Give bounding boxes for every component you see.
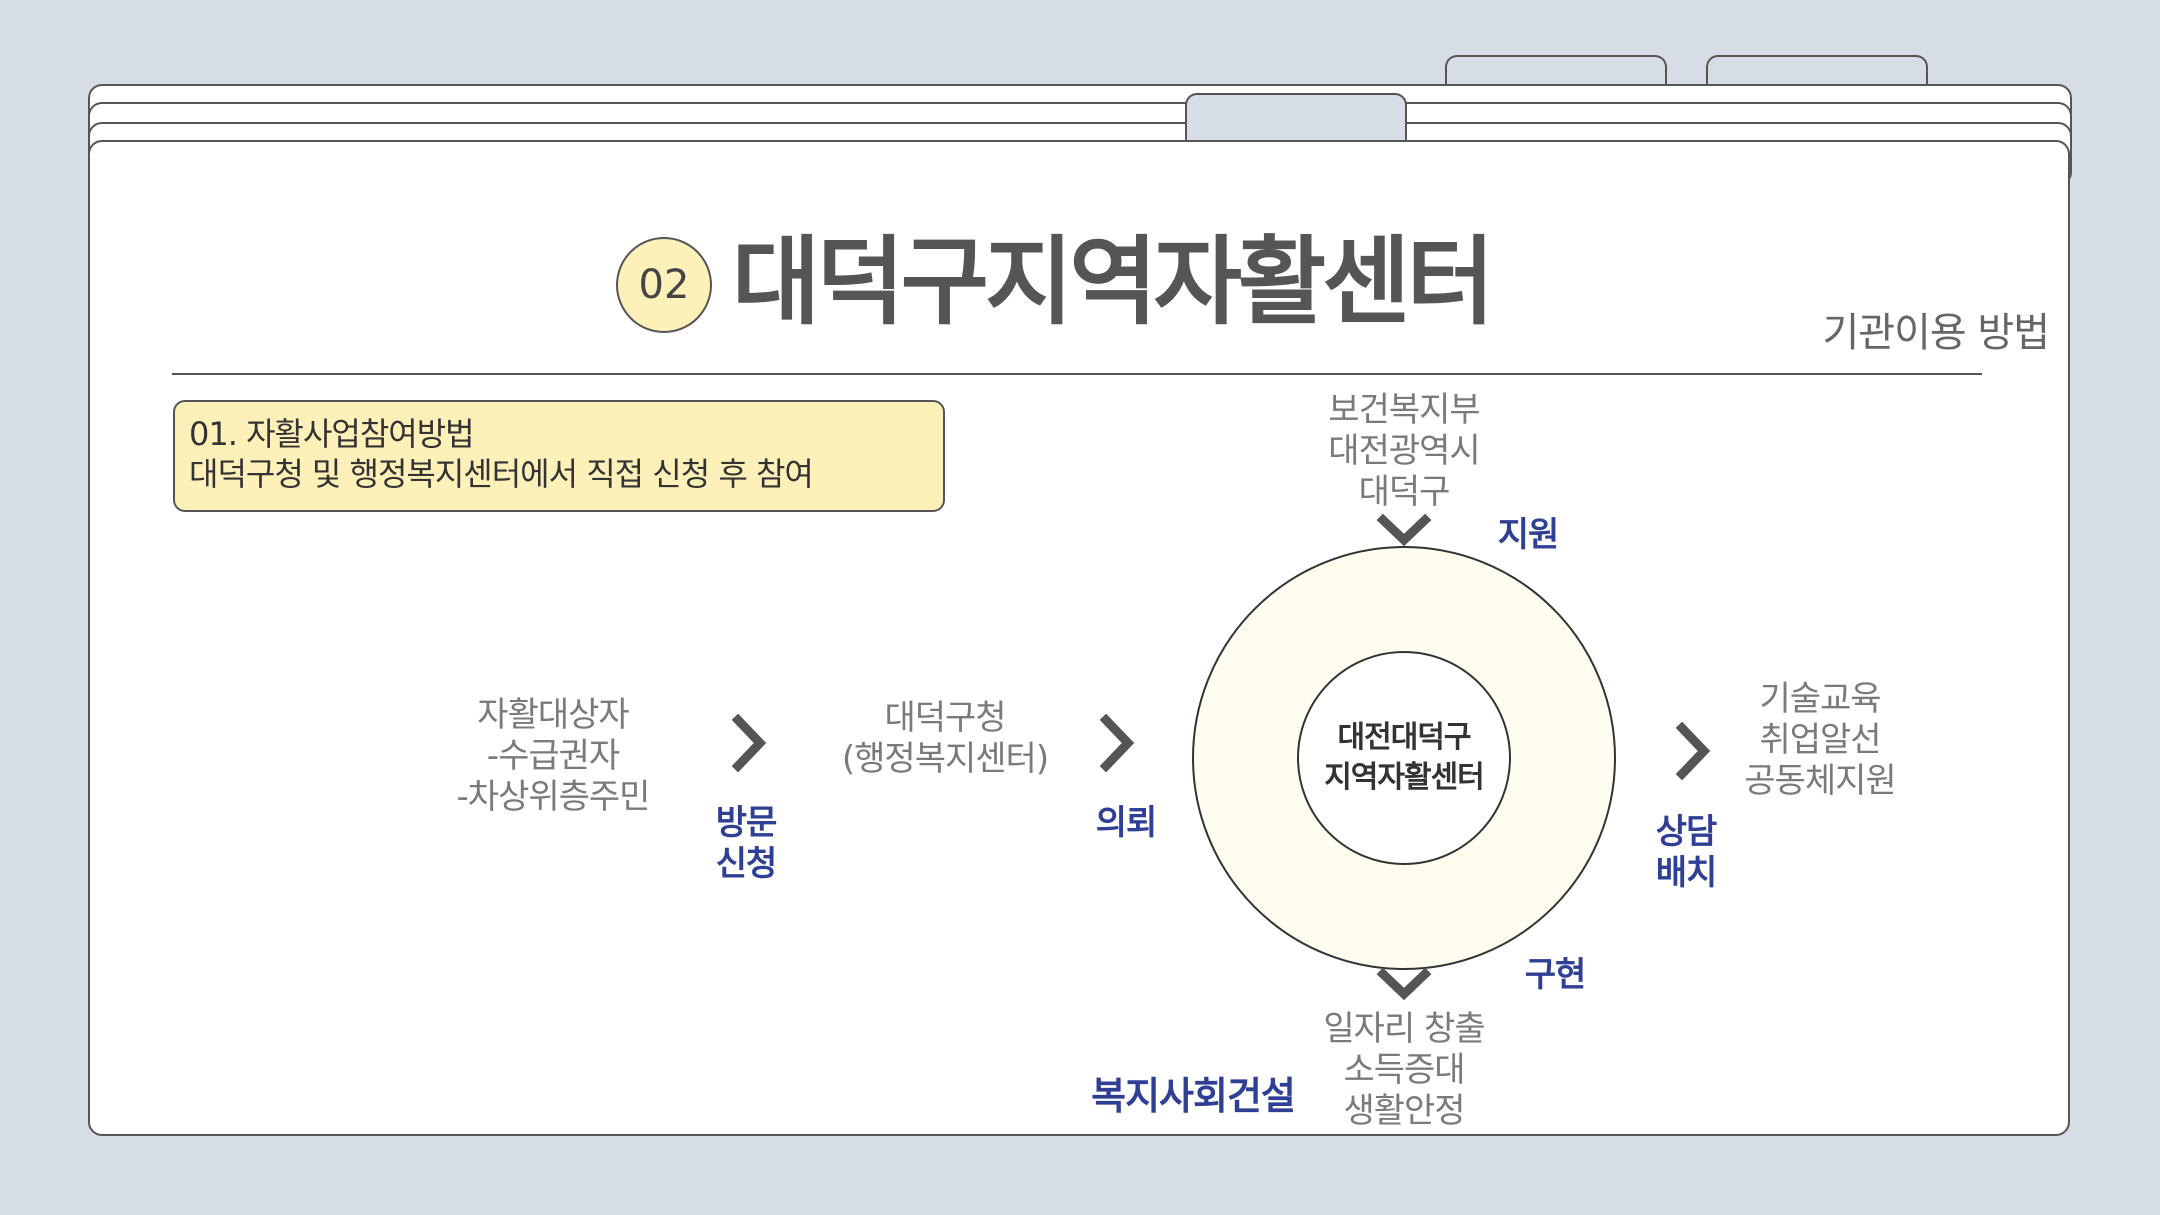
- outcomes-list: 일자리 창출 소득증대 생활안정: [1296, 1009, 1512, 1132]
- outcome-line: 생활안정: [1343, 1091, 1465, 1131]
- office-line: 대덕구청: [884, 698, 1006, 738]
- target-line: -차상위층주민: [456, 777, 651, 817]
- chevron-down-icon: [1376, 967, 1432, 1001]
- target-line: -수급권자: [486, 736, 620, 776]
- counsel-placement-label: 상담 배치: [1636, 812, 1736, 894]
- outcome-line: 소득증대: [1343, 1050, 1465, 1090]
- service-line: 공동체지원: [1744, 761, 1896, 801]
- page-subtitle: 기관이용 방법: [1822, 310, 2050, 356]
- support-organizations: 보건복지부 대전광역시 대덕구: [1296, 390, 1512, 513]
- target-group: 자활대상자 -수급권자 -차상위층주민: [442, 695, 664, 818]
- service-line: 취업알선: [1759, 720, 1881, 760]
- service-line: 기술교육: [1759, 679, 1881, 719]
- referral-label: 의뢰: [1095, 803, 1158, 843]
- label-line: 신청: [715, 844, 778, 884]
- label-line: 배치: [1655, 853, 1718, 893]
- chevron-right-icon: [1675, 721, 1711, 781]
- office-line: (행정복지센터): [841, 739, 1049, 779]
- org-line: 보건복지부: [1328, 390, 1480, 430]
- services-list: 기술교육 취업알선 공동체지원: [1712, 679, 1928, 802]
- visit-apply-label: 방문 신청: [696, 803, 796, 885]
- center-name-line: 대전대덕구: [1337, 720, 1472, 755]
- section-number-badge: 02: [616, 237, 712, 333]
- org-line: 대덕구: [1358, 472, 1451, 512]
- participation-note: 01. 자활사업참여방법 대덕구청 및 행정복지센터에서 직접 신청 후 참여: [173, 400, 945, 512]
- self-support-center: 대전대덕구 지역자활센터: [1297, 651, 1511, 865]
- chevron-right-icon: [731, 713, 767, 773]
- label-line: 방문: [715, 803, 778, 843]
- realize-label: 구현: [1524, 955, 1587, 995]
- label-line: 상담: [1655, 812, 1718, 852]
- note-body: 대덕구청 및 행정복지센터에서 직접 신청 후 참여: [189, 455, 814, 493]
- chevron-down-icon: [1376, 513, 1432, 547]
- org-line: 대전광역시: [1328, 431, 1480, 471]
- note-heading: 01. 자활사업참여방법: [189, 415, 475, 453]
- support-label: 지원: [1497, 515, 1560, 555]
- center-name-line: 지역자활센터: [1324, 760, 1485, 795]
- folder-tab-1: [1185, 93, 1407, 143]
- district-office: 대덕구청 (행정복지센터): [826, 698, 1064, 780]
- welfare-society-goal: 복지사회건설: [1091, 1074, 1296, 1118]
- target-line: 자활대상자: [477, 695, 629, 735]
- chevron-right-icon: [1099, 713, 1135, 773]
- page-title: 대덕구지역자활센터: [732, 226, 1495, 338]
- outcome-line: 일자리 창출: [1323, 1009, 1485, 1049]
- title-divider: [172, 373, 1982, 375]
